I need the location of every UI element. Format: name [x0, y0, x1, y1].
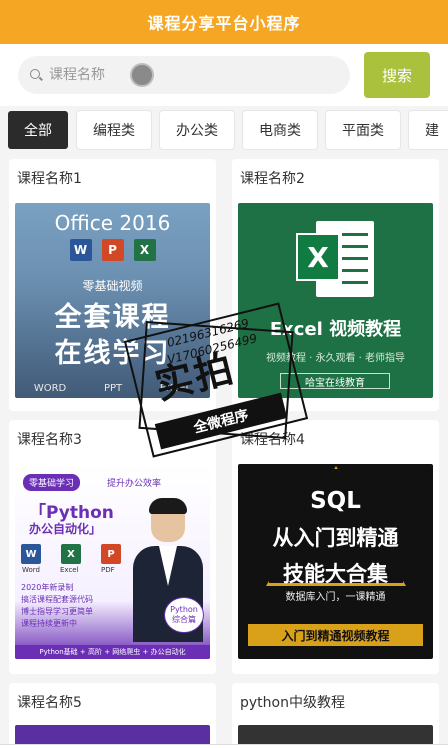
thumb-sub: 零基础视频 — [82, 279, 143, 293]
category-tabs: 全部 编程类 办公类 电商类 平面类 建 — [0, 106, 448, 154]
course-card-3[interactable]: 课程名称3 零基础学习 提升办公效率 「Python 办公自动化」 W X P … — [9, 420, 216, 674]
excel-icon: X — [61, 544, 81, 564]
thumb-line: 2020年新录制 — [21, 583, 74, 592]
excel-icon: X — [133, 239, 156, 261]
powerpoint-icon: P — [101, 239, 124, 261]
course-card-4[interactable]: 课程名称4 SQL 从入门到精通 技能大合集 数据库入门，一课精通 入门到精通视… — [232, 420, 439, 674]
tab-graphic[interactable]: 平面类 — [326, 111, 400, 149]
course-card-2[interactable]: 课程名称2 X Excel 视频教程 视频教程 · 永久观看 · 老师指导 哈宝… — [232, 159, 439, 411]
thumb-line: 课程持续更新中 — [21, 619, 77, 628]
icon-label: Excel — [60, 566, 79, 574]
thumb-heading: Excel 视频教程 — [269, 319, 402, 340]
thumb-shop: 哈宝在线教育 — [280, 373, 390, 389]
icon-label: PDF — [101, 566, 115, 574]
search-button[interactable]: 搜索 — [364, 52, 430, 98]
thumb-tagline: 数据库入门，一课精通 — [285, 592, 386, 603]
thumb-bottom-word: WORD — [33, 383, 67, 394]
bottom-tab-bar[interactable] — [0, 744, 448, 748]
course-thumbnail[interactable]: SQL 从入门到精通 技能大合集 数据库入门，一课精通 入门到精通视频教程 — [238, 464, 433, 659]
course-thumbnail[interactable]: X Excel 视频教程 视频教程 · 永久观看 · 老师指导 哈宝在线教育 — [238, 203, 433, 398]
thumb-line: 博士指导学习更简单 — [21, 607, 93, 616]
course-title: python中级教程 — [240, 695, 345, 711]
course-card-1[interactable]: 课程名称1 Office 2016 W P X 零基础视频 全套课程 在线学习 … — [9, 159, 216, 411]
thumb-strip: Python基础 + 高阶 + 网络爬虫 + 办公自动化 — [15, 645, 210, 659]
course-thumbnail[interactable]: 零基础学习 提升办公效率 「Python 办公自动化」 W X P Word E… — [15, 464, 210, 659]
word-icon: W — [21, 544, 41, 564]
thumb-badge: 提升办公效率 — [107, 479, 162, 489]
thumb-big-line-2: 在线学习 — [54, 338, 171, 369]
thumb-bottom-ppt: PPT — [103, 383, 123, 394]
tab-architecture[interactable]: 建 — [409, 111, 448, 149]
course-thumbnail[interactable]: Office 2016 W P X 零基础视频 全套课程 在线学习 WORD P… — [15, 203, 210, 398]
thumb-heading: Office 2016 — [54, 211, 171, 235]
thumb-badge: 零基础学习 — [23, 474, 81, 491]
thumb-line: 技能大合集 — [283, 562, 388, 586]
thumb-line: 从入门到精通 — [272, 526, 399, 550]
excel-logo-icon: X — [296, 219, 376, 299]
thumb-big-line-1: 全套课程 — [54, 302, 171, 333]
touch-cursor-indicator — [130, 63, 154, 87]
search-input[interactable] — [49, 67, 119, 83]
pdf-icon: P — [101, 544, 121, 564]
tab-all[interactable]: 全部 — [8, 111, 68, 149]
app-title: 课程分享平台小程序 — [147, 14, 301, 33]
course-title: 课程名称3 — [17, 432, 82, 448]
search-icon — [30, 68, 43, 82]
thumb-tagline: 视频教程 · 永久观看 · 老师指导 — [265, 353, 406, 364]
tab-programming[interactable]: 编程类 — [77, 111, 151, 149]
course-card-6[interactable]: python中级教程 — [232, 683, 439, 748]
thumb-heading: SQL — [310, 488, 361, 514]
course-title: 课程名称2 — [240, 171, 305, 187]
thumb-bottom-excel: EXCEL — [159, 383, 192, 394]
thumb-bar: 入门到精通视频教程 — [248, 624, 423, 646]
search-box[interactable] — [18, 56, 350, 94]
thumb-subheading: 办公自动化」 — [29, 522, 102, 536]
thumb-round-badge: Python 综合篇 — [164, 597, 204, 633]
tab-ecommerce[interactable]: 电商类 — [243, 111, 317, 149]
icon-label: Word — [22, 566, 40, 574]
course-thumbnail[interactable] — [238, 725, 433, 745]
thumb-line: 搞活课程配套源代码 — [21, 595, 93, 604]
word-icon: W — [69, 239, 92, 261]
course-thumbnail[interactable] — [15, 725, 210, 745]
tab-office[interactable]: 办公类 — [160, 111, 234, 149]
course-title: 课程名称5 — [17, 695, 82, 711]
course-title: 课程名称1 — [17, 171, 82, 187]
search-row: 搜索 — [0, 44, 448, 106]
course-title: 课程名称4 — [240, 432, 305, 448]
app-title-bar: 课程分享平台小程序 — [0, 0, 448, 44]
course-card-5[interactable]: 课程名称5 — [9, 683, 216, 748]
